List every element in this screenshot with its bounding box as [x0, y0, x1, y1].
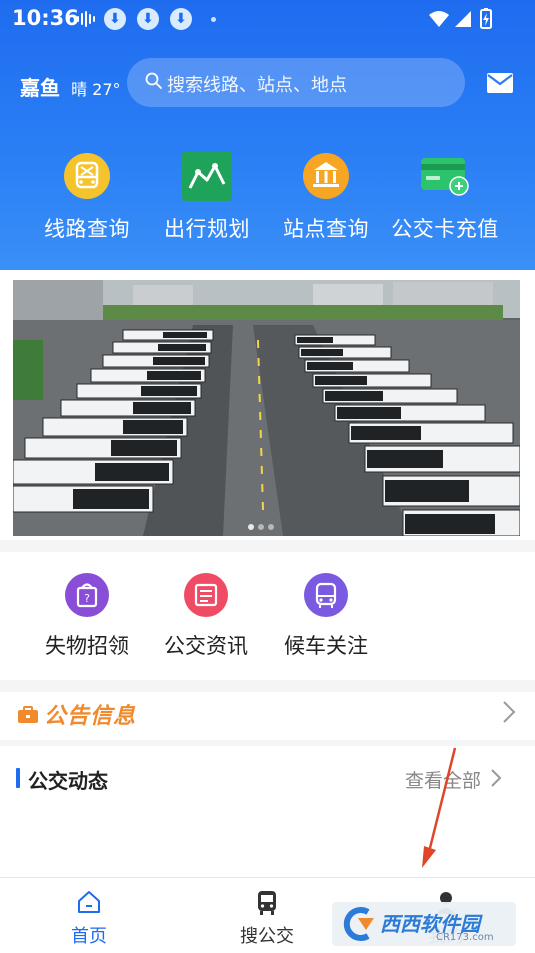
func-lost-found[interactable]: ? 失物招领 [27, 572, 147, 660]
search-placeholder: 搜索线路、站点、地点 [167, 75, 347, 96]
map-route-icon [182, 151, 232, 201]
wifi-signal-battery-icon [429, 8, 492, 29]
func-bus-news[interactable]: 公交资讯 [146, 572, 266, 660]
banner-carousel[interactable] [13, 280, 520, 536]
chevron-right-icon [503, 701, 516, 723]
watermark: 西西软件园 CR173.com [332, 902, 516, 946]
quick-card-recharge[interactable]: 公交卡充值 [385, 150, 505, 243]
news-icon [184, 573, 228, 617]
mail-icon[interactable] [486, 72, 514, 94]
bus-icon [258, 891, 276, 915]
carousel-dot [248, 524, 254, 530]
tab-label: 搜公交 [240, 926, 294, 947]
quick-trip-planning[interactable]: 出行规划 [147, 150, 267, 243]
divider [0, 740, 535, 746]
carousel-indicator [248, 515, 278, 534]
briefcase-icon [18, 706, 38, 723]
bus-station-icon [303, 153, 349, 199]
quick-label: 公交卡充值 [391, 217, 499, 241]
section-accent-bar [16, 768, 20, 788]
home-icon [78, 891, 100, 913]
watermark-sub: CR173.com [436, 932, 494, 943]
lost-found-icon: ? [65, 573, 109, 617]
status-bar: 10:36 ⬇ ⬇ ⬇ [0, 0, 535, 38]
bus-card-icon [421, 158, 469, 196]
weather-text: 晴 27° [71, 80, 121, 99]
watermark-logo-icon [343, 907, 374, 941]
carousel-dot [268, 524, 274, 530]
notice-row[interactable]: 公告信息 [0, 690, 535, 738]
search-bar[interactable]: 搜索线路、站点、地点 [127, 58, 465, 107]
tab-label: 首页 [71, 926, 107, 947]
carousel-dot [258, 524, 264, 530]
divider [0, 540, 535, 552]
city-name: 嘉鱼 [20, 76, 60, 100]
download-icon: ⬇ [104, 8, 126, 30]
download-icon: ⬇ [170, 8, 192, 30]
bus-route-icon [64, 153, 110, 199]
tab-home[interactable]: 首页 [0, 878, 178, 953]
bus-wait-icon [304, 573, 348, 617]
sound-wave-icon [77, 11, 95, 27]
app-screen: { "status_bar": { "time": "10:36" }, "he… [0, 0, 535, 953]
func-label: 公交资讯 [164, 634, 248, 658]
search-icon [145, 72, 162, 89]
func-label: 失物招领 [45, 634, 129, 658]
status-time: 10:36 [12, 6, 79, 30]
section-title: 公交动态 [28, 769, 108, 793]
tab-search-bus[interactable]: 搜公交 [178, 878, 356, 953]
func-label: 候车关注 [284, 634, 368, 658]
notice-title: 公告信息 [44, 704, 137, 729]
location-weather[interactable]: 嘉鱼 晴 27° [20, 72, 121, 101]
download-icon: ⬇ [137, 8, 159, 30]
chevron-right-icon[interactable] [490, 768, 502, 788]
quick-label: 线路查询 [44, 217, 130, 241]
quick-label: 出行规划 [164, 217, 250, 241]
quick-label: 站点查询 [283, 217, 369, 241]
quick-station-query[interactable]: 站点查询 [266, 150, 386, 243]
notification-dot-icon [211, 17, 216, 22]
quick-route-query[interactable]: 线路查询 [27, 150, 147, 243]
banner-image-bus-depot [13, 280, 520, 536]
func-bus-wait[interactable]: 候车关注 [266, 572, 386, 660]
svg-text:?: ? [84, 592, 90, 605]
view-all-link[interactable]: 查看全部 [405, 766, 481, 793]
